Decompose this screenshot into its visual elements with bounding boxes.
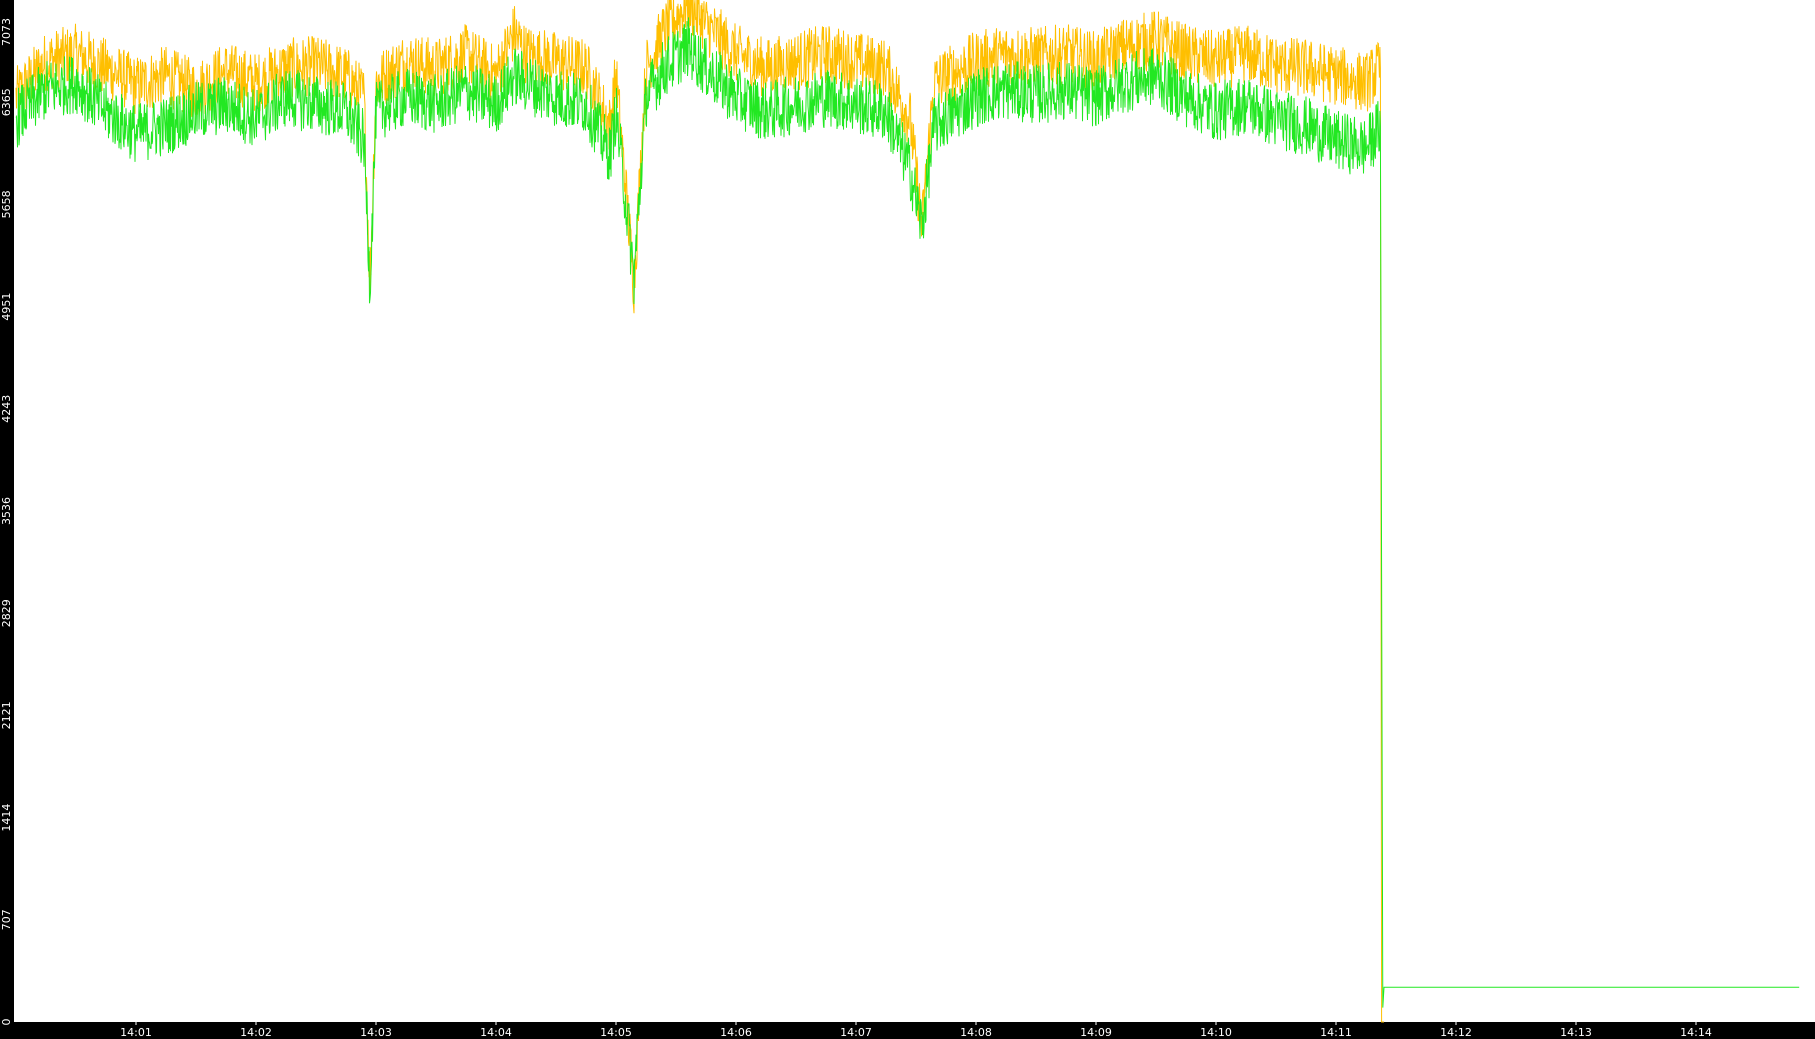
plot-area xyxy=(14,0,1815,1022)
y-tick-label: 707 xyxy=(0,909,13,930)
x-tick-label: 14:08 xyxy=(960,1026,992,1039)
y-tick-label: 5658 xyxy=(0,190,13,218)
x-tick-label: 14:05 xyxy=(600,1026,632,1039)
x-tick-label: 14:01 xyxy=(120,1026,152,1039)
x-tick-label: 14:14 xyxy=(1680,1026,1712,1039)
x-tick-label: 14:13 xyxy=(1560,1026,1592,1039)
x-tick-label: 14:12 xyxy=(1440,1026,1472,1039)
line-chart: 0 707 1414 2121 2829 3536 4243 4951 5658 6365 7073… xyxy=(0,0,1815,1039)
y-tick-label: 4951 xyxy=(0,293,13,321)
x-tick-label: 14:06 xyxy=(720,1026,752,1039)
x-tick-label: 14:04 xyxy=(480,1026,512,1039)
y-tick-label: 6365 xyxy=(0,88,13,116)
y-tick-label: 2121 xyxy=(0,701,13,729)
y-tick-label: 1414 xyxy=(0,804,13,832)
x-tick-label: 14:10 xyxy=(1200,1026,1232,1039)
x-tick-label: 14:09 xyxy=(1080,1026,1112,1039)
y-tick-label: 2829 xyxy=(0,599,13,627)
x-tick-label: 14:11 xyxy=(1320,1026,1352,1039)
x-tick-label: 14:03 xyxy=(360,1026,392,1039)
y-tick-label: 0 xyxy=(0,1019,13,1026)
y-tick-label: 3536 xyxy=(0,497,13,525)
x-tick-label: 14:07 xyxy=(840,1026,872,1039)
y-tick-label: 7073 xyxy=(0,18,13,46)
x-tick-label: 14:02 xyxy=(240,1026,272,1039)
y-tick-label: 4243 xyxy=(0,395,13,423)
